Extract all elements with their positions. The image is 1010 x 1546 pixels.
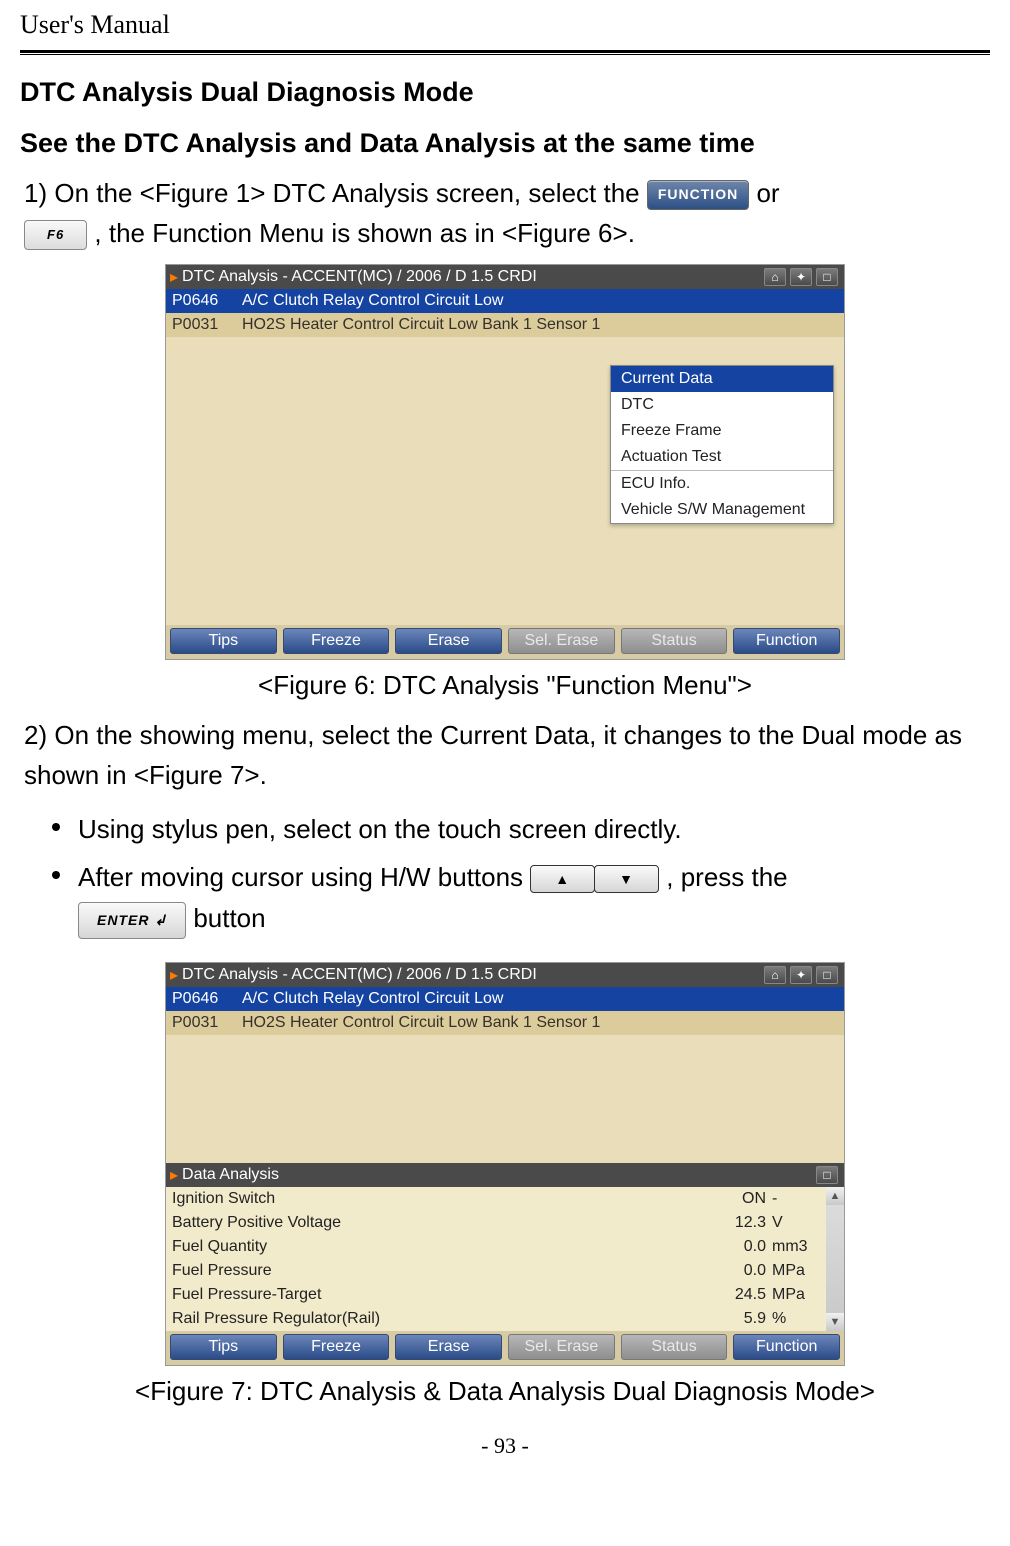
table-row[interactable]: P0031 HO2S Heater Control Circuit Low Ba… [166,1011,844,1035]
data-analysis-wrap: Ignition SwitchON- Battery Positive Volt… [166,1187,844,1331]
dtc-code: P0031 [172,1014,242,1032]
figure-7-caption: <Figure 7: DTC Analysis & Data Analysis … [20,1376,990,1407]
bullet-2-b: , press the [666,862,787,892]
dtc-desc: HO2S Heater Control Circuit Low Bank 1 S… [242,316,600,334]
panel2-title: DTC Analysis - ACCENT(MC) / 2006 / D 1.5… [182,966,537,984]
panel2-body [166,1035,844,1163]
step-2-text: On the showing menu, select the Current … [24,720,962,790]
step-2: 2) On the showing menu, select the Curre… [24,715,990,796]
header-rule [20,50,990,55]
menu-item-current-data[interactable]: Current Data [611,366,833,392]
dtc-code: P0031 [172,316,242,334]
titlebar-home-icon[interactable]: ⌂ [764,966,786,984]
down-arrow-button[interactable]: ▼ [594,865,659,893]
sel-erase-button[interactable]: Sel. Erase [508,628,615,654]
step-1-tail: , the Function Menu is shown as in <Figu… [94,218,635,248]
panel1-titlebar: ▸ DTC Analysis - ACCENT(MC) / 2006 / D 1… [166,265,844,289]
tips-button[interactable]: Tips [170,628,277,654]
step-2-num: 2) [24,720,47,750]
dtc-desc: HO2S Heater Control Circuit Low Bank 1 S… [242,1014,600,1032]
list-item[interactable]: Ignition SwitchON- [166,1187,826,1211]
titlebar-max-icon[interactable]: □ [816,1166,838,1184]
menu-item-freeze-frame[interactable]: Freeze Frame [611,418,833,444]
function-menu: Current Data DTC Freeze Frame Actuation … [610,365,834,524]
menu-item-actuation-test[interactable]: Actuation Test [611,444,833,470]
panel2-titlebar: ▸ DTC Analysis - ACCENT(MC) / 2006 / D 1… [166,963,844,987]
scrollbar[interactable]: ▲ ▼ [826,1187,844,1331]
titlebar-camera-icon[interactable]: ✦ [790,268,812,286]
sub-title: See the DTC Analysis and Data Analysis a… [20,128,990,159]
dtc-desc: A/C Clutch Relay Control Circuit Low [242,292,503,310]
list-item[interactable]: Rail Pressure Regulator(Rail)5.9% [166,1307,826,1331]
titlebar-marker-icon: ▸ [170,965,178,985]
panel1-bottombar: Tips Freeze Erase Sel. Erase Status Func… [166,625,844,659]
function-button[interactable]: FUNCTION [647,180,749,210]
section-title: DTC Analysis Dual Diagnosis Mode [20,77,990,108]
step-1-post: or [756,178,779,208]
titlebar-max-icon[interactable]: □ [816,268,838,286]
sel-erase-button[interactable]: Sel. Erase [508,1334,615,1360]
enter-button[interactable]: ENTER ↲ [78,902,186,938]
up-arrow-button[interactable]: ▲ [530,865,595,893]
freeze-button[interactable]: Freeze [283,628,390,654]
page-header: User's Manual [20,10,990,46]
erase-button[interactable]: Erase [395,1334,502,1360]
list-item[interactable]: Fuel Pressure0.0MPa [166,1259,826,1283]
data-analysis-titlebar: ▸ Data Analysis □ [166,1163,844,1187]
panel1-body: Current Data DTC Freeze Frame Actuation … [166,337,844,625]
bullet-2-a: After moving cursor using H/W buttons [78,862,530,892]
menu-item-ecu-info[interactable]: ECU Info. [611,471,833,497]
status-button[interactable]: Status [621,1334,728,1360]
list-item[interactable]: Battery Positive Voltage12.3V [166,1211,826,1235]
bullet-2-c: button [193,903,265,933]
menu-item-vehicle-sw[interactable]: Vehicle S/W Management [611,497,833,523]
panel-dtc-menu: ▸ DTC Analysis - ACCENT(MC) / 2006 / D 1… [165,264,845,660]
panel-dtc-data: ▸ DTC Analysis - ACCENT(MC) / 2006 / D 1… [165,962,845,1366]
titlebar-marker-icon: ▸ [170,1165,178,1185]
bullet-hw-buttons: After moving cursor using H/W buttons ▲▼… [48,857,990,940]
f6-key[interactable]: F6 [24,220,87,250]
list-item[interactable]: Fuel Pressure-Target24.5MPa [166,1283,826,1307]
table-row[interactable]: P0646 A/C Clutch Relay Control Circuit L… [166,987,844,1011]
step-1-num: 1) [24,178,47,208]
scroll-up-icon[interactable]: ▲ [826,1187,844,1205]
titlebar-camera-icon[interactable]: ✦ [790,966,812,984]
freeze-button[interactable]: Freeze [283,1334,390,1360]
panel2-bottombar: Tips Freeze Erase Sel. Erase Status Func… [166,1331,844,1365]
dtc-code: P0646 [172,292,242,310]
bullet-stylus: Using stylus pen, select on the touch sc… [48,809,990,851]
data-analysis-title: Data Analysis [182,1166,279,1184]
scroll-down-icon[interactable]: ▼ [826,1313,844,1331]
bullet-list: Using stylus pen, select on the touch sc… [48,809,990,940]
status-button[interactable]: Status [621,628,728,654]
erase-button[interactable]: Erase [395,628,502,654]
step-1-pre: On the <Figure 1> DTC Analysis screen, s… [54,178,647,208]
table-row[interactable]: P0031 HO2S Heater Control Circuit Low Ba… [166,313,844,337]
function-button-bottom[interactable]: Function [733,628,840,654]
titlebar-max-icon[interactable]: □ [816,966,838,984]
tips-button[interactable]: Tips [170,1334,277,1360]
step-1: 1) On the <Figure 1> DTC Analysis screen… [24,173,990,254]
table-row[interactable]: P0646 A/C Clutch Relay Control Circuit L… [166,289,844,313]
panel1-title: DTC Analysis - ACCENT(MC) / 2006 / D 1.5… [182,268,537,286]
menu-item-dtc[interactable]: DTC [611,392,833,418]
function-button-bottom[interactable]: Function [733,1334,840,1360]
dtc-code: P0646 [172,990,242,1008]
titlebar-marker-icon: ▸ [170,267,178,287]
titlebar-home-icon[interactable]: ⌂ [764,268,786,286]
page-number: - 93 - [20,1433,990,1459]
dtc-desc: A/C Clutch Relay Control Circuit Low [242,990,503,1008]
list-item[interactable]: Fuel Quantity0.0mm3 [166,1235,826,1259]
figure-6-caption: <Figure 6: DTC Analysis "Function Menu"> [20,670,990,701]
